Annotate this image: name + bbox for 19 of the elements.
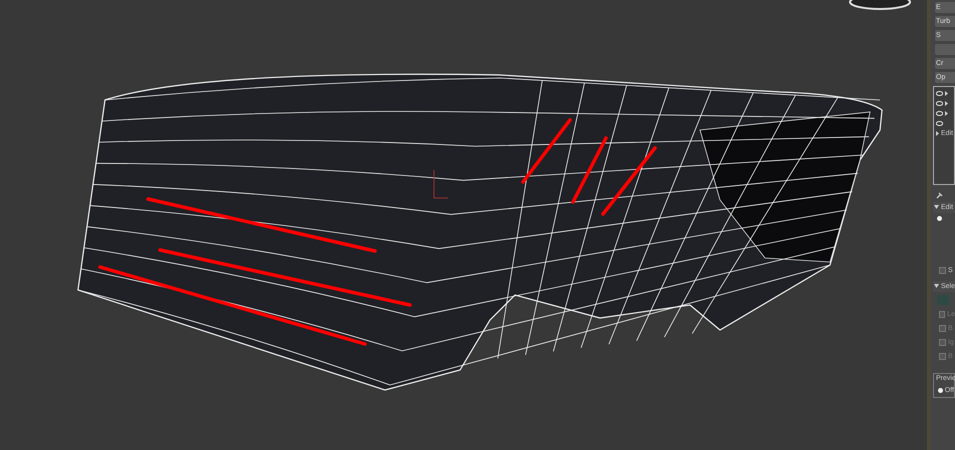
eye-icon[interactable] [936,110,943,116]
checkbox[interactable] [939,324,946,332]
expand-arrow-icon[interactable] [936,130,939,136]
checkbox[interactable] [939,352,946,360]
eye-icon[interactable] [936,100,943,106]
expand-arrow-icon[interactable] [945,110,948,116]
expand-arrow-icon[interactable] [945,90,948,96]
viewcube-icon[interactable] [848,0,912,10]
pin-icon[interactable] [936,192,943,199]
checkbox[interactable] [939,338,946,346]
collapse-arrow-icon[interactable] [934,284,939,289]
radio-button[interactable] [937,216,942,221]
checkbox[interactable] [939,310,946,318]
expand-arrow-icon[interactable] [945,100,948,106]
eye-icon[interactable] [936,120,943,126]
checkbox[interactable] [939,266,946,274]
collapse-arrow-icon[interactable] [934,205,939,210]
eye-icon[interactable] [936,90,943,96]
radio-button[interactable] [938,388,943,392]
